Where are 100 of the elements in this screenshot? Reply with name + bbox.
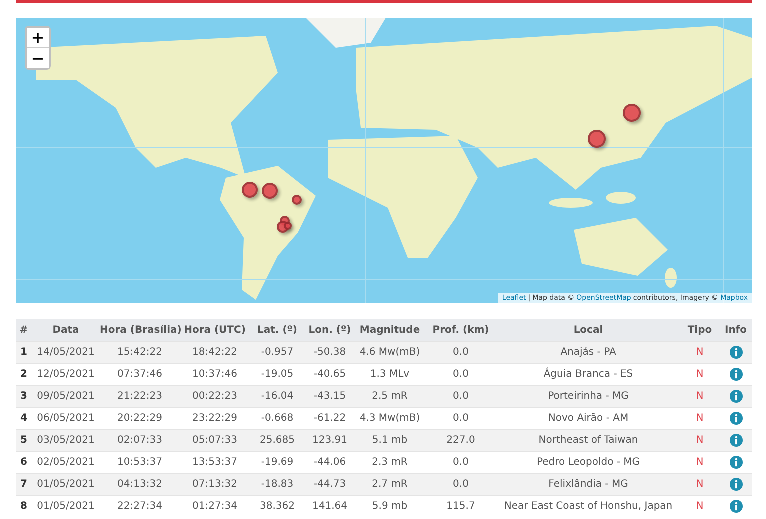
type-cell: N	[680, 408, 720, 430]
table-cell: Felixlândia - MG	[497, 474, 680, 496]
table-cell: 21:22:23	[100, 386, 180, 408]
table-cell: 01/05/2021	[32, 474, 100, 496]
table-cell: Anajás - PA	[497, 342, 680, 364]
table-cell: 15:42:22	[100, 342, 180, 364]
column-header[interactable]: #	[16, 319, 32, 342]
table-cell: 4.6 Mw(mB)	[355, 342, 425, 364]
table-cell: -0.668	[250, 408, 305, 430]
table-cell: 2.7 mR	[355, 474, 425, 496]
type-cell: N	[680, 364, 720, 386]
row-number: 2	[16, 364, 32, 386]
table-cell: Northeast of Taiwan	[497, 430, 680, 452]
table-cell: -40.65	[305, 364, 355, 386]
table-cell: 227.0	[425, 430, 497, 452]
info-icon[interactable]	[730, 368, 742, 381]
table-cell: 1.3 MLv	[355, 364, 425, 386]
info-icon[interactable]	[730, 346, 742, 359]
table-cell: Porteirinha - MG	[497, 386, 680, 408]
table-cell: 01/05/2021	[32, 496, 100, 518]
row-number: 4	[16, 408, 32, 430]
table-cell: -44.06	[305, 452, 355, 474]
table-cell: 03/05/2021	[32, 430, 100, 452]
table-cell: 4.3 Mw(mB)	[355, 408, 425, 430]
table-cell: 38.362	[250, 496, 305, 518]
table-cell: 09/05/2021	[32, 386, 100, 408]
info-icon[interactable]	[730, 500, 742, 514]
column-header[interactable]: Local	[497, 319, 680, 342]
table-cell: 12/05/2021	[32, 364, 100, 386]
table-cell: 14/05/2021	[32, 342, 100, 364]
table-cell: 02:07:33	[100, 430, 180, 452]
table-cell: -43.15	[305, 386, 355, 408]
table-cell: 2.5 mR	[355, 386, 425, 408]
table-cell: 07:37:46	[100, 364, 180, 386]
table-cell: -44.73	[305, 474, 355, 496]
table-cell: -50.38	[305, 342, 355, 364]
type-cell: N	[680, 496, 720, 518]
table-cell: 0.0	[425, 452, 497, 474]
table-cell: 07:13:32	[180, 474, 250, 496]
table-cell: 25.685	[250, 430, 305, 452]
column-header[interactable]: Lon. (º)	[305, 319, 355, 342]
table-cell: 0.0	[425, 386, 497, 408]
table-cell: 23:22:29	[180, 408, 250, 430]
info-icon[interactable]	[730, 390, 742, 403]
info-icon[interactable]	[730, 412, 742, 425]
info-icon[interactable]	[730, 456, 742, 469]
table-cell: -16.04	[250, 386, 305, 408]
table-cell: 0.0	[425, 342, 497, 364]
type-cell: N	[680, 342, 720, 364]
table-cell: 20:22:29	[100, 408, 180, 430]
table-cell: 5.9 mb	[355, 496, 425, 518]
table-cell: -19.05	[250, 364, 305, 386]
table-cell: Novo Airão - AM	[497, 408, 680, 430]
column-header[interactable]: Tipo	[680, 319, 720, 342]
table-cell: Near East Coast of Honshu, Japan	[497, 496, 680, 518]
table-cell: Pedro Leopoldo - MG	[497, 452, 680, 474]
info-icon[interactable]	[730, 434, 742, 447]
table-cell: 10:53:37	[100, 452, 180, 474]
column-header[interactable]: Prof. (km)	[425, 319, 497, 342]
table-cell: 06/05/2021	[32, 408, 100, 430]
info-icon[interactable]	[730, 478, 742, 491]
column-header[interactable]: Hora (Brasília)	[100, 319, 180, 342]
table-cell: 13:53:37	[180, 452, 250, 474]
table-cell: 0.0	[425, 364, 497, 386]
type-cell: N	[680, 430, 720, 452]
table-cell: 5.1 mb	[355, 430, 425, 452]
column-header[interactable]: Magnitude	[355, 319, 425, 342]
column-header[interactable]: Lat. (º)	[250, 319, 305, 342]
row-number: 6	[16, 452, 32, 474]
type-cell: N	[680, 386, 720, 408]
table-cell: 10:37:46	[180, 364, 250, 386]
type-cell: N	[680, 452, 720, 474]
row-number: 1	[16, 342, 32, 364]
type-cell: N	[680, 474, 720, 496]
row-number: 7	[16, 474, 32, 496]
row-number: 8	[16, 496, 32, 518]
table-cell: 18:42:22	[180, 342, 250, 364]
table-cell: -19.69	[250, 452, 305, 474]
table-cell: 123.91	[305, 430, 355, 452]
table-cell: 22:27:34	[100, 496, 180, 518]
table-cell: 141.64	[305, 496, 355, 518]
column-header[interactable]: Hora (UTC)	[180, 319, 250, 342]
table-cell: 2.3 mR	[355, 452, 425, 474]
table-cell: -61.22	[305, 408, 355, 430]
table-cell: Águia Branca - ES	[497, 364, 680, 386]
table-cell: 115.7	[425, 496, 497, 518]
table-cell: 04:13:32	[100, 474, 180, 496]
zoom-in-button[interactable]: +	[27, 28, 49, 48]
table-cell: 01:27:34	[180, 496, 250, 518]
table-cell: 05:07:33	[180, 430, 250, 452]
table-cell: 0.0	[425, 408, 497, 430]
row-number: 5	[16, 430, 32, 452]
table-cell: 00:22:23	[180, 386, 250, 408]
table-cell: 0.0	[425, 474, 497, 496]
table-cell: -18.83	[250, 474, 305, 496]
row-number: 3	[16, 386, 32, 408]
column-header[interactable]: Info	[720, 319, 752, 342]
table-cell: 02/05/2021	[32, 452, 100, 474]
column-header[interactable]: Data	[32, 319, 100, 342]
table-cell: -0.957	[250, 342, 305, 364]
